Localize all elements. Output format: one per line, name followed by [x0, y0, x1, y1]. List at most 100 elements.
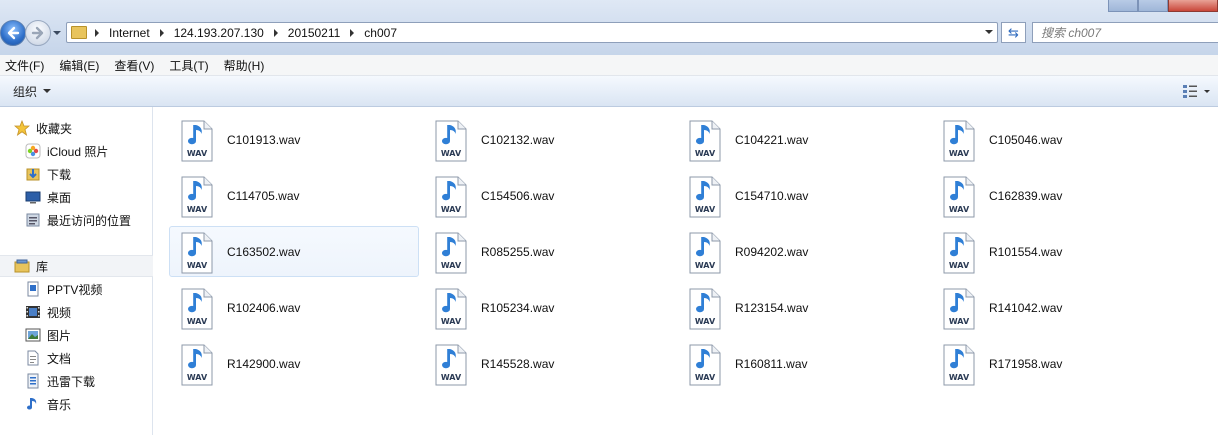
- nav-item-video[interactable]: 视频: [0, 301, 178, 323]
- search-input[interactable]: [1041, 25, 1201, 40]
- menu-bar: 文件(F) 编辑(E) 查看(V) 工具(T) 帮助(H): [0, 55, 1218, 76]
- address-toolbar: Internet 124.193.207.130 20150211 ch007 …: [0, 0, 1218, 55]
- wav-file-icon: WAV: [180, 232, 214, 274]
- wav-icon-label: WAV: [441, 149, 462, 158]
- menu-edit[interactable]: 编辑(E): [59, 57, 99, 74]
- wav-file-icon: WAV: [688, 176, 722, 218]
- file-item[interactable]: WAV R101554.wav: [931, 226, 1181, 277]
- thunder-download-icon: [25, 373, 41, 389]
- file-item[interactable]: WAV R102406.wav: [169, 282, 419, 333]
- nav-item-documents[interactable]: 文档: [0, 347, 178, 369]
- close-button[interactable]: [1168, 0, 1218, 12]
- file-item[interactable]: WAV C154710.wav: [677, 170, 927, 221]
- breadcrumb-current-folder[interactable]: ch007: [364, 26, 405, 40]
- forward-arrow-icon: [31, 26, 44, 40]
- nav-item-label: 桌面: [47, 190, 72, 205]
- file-item[interactable]: WAV R123154.wav: [677, 282, 927, 333]
- nav-item-pictures[interactable]: 图片: [0, 324, 178, 346]
- menu-file[interactable]: 文件(F): [5, 57, 44, 74]
- wav-icon-label: WAV: [695, 261, 716, 270]
- file-item[interactable]: WAV C101913.wav: [169, 114, 419, 165]
- wav-file-icon: WAV: [180, 176, 214, 218]
- forward-button[interactable]: [25, 20, 51, 46]
- file-item[interactable]: WAV C114705.wav: [169, 170, 419, 221]
- refresh-button[interactable]: ⇆: [1001, 22, 1026, 43]
- chevron-down-icon[interactable]: [985, 30, 993, 34]
- nav-favorites[interactable]: 收藏夹: [0, 117, 167, 139]
- wav-icon-label: WAV: [695, 205, 716, 214]
- file-name: C101913.wav: [227, 133, 301, 147]
- file-name: R145528.wav: [481, 357, 555, 371]
- file-item[interactable]: WAV R142900.wav: [169, 338, 419, 389]
- view-options-dropdown[interactable]: [1204, 90, 1210, 93]
- minimize-button[interactable]: [1108, 0, 1138, 12]
- organize-button[interactable]: 组织: [13, 83, 52, 100]
- file-list: WAV C101913.wav WAV C102132.wav WAV C104221.w…: [154, 107, 1218, 435]
- file-item[interactable]: WAV C104221.wav: [677, 114, 927, 165]
- file-item[interactable]: WAV R160811.wav: [677, 338, 927, 389]
- wav-icon-label: WAV: [949, 149, 970, 158]
- video-icon: [25, 304, 41, 320]
- wav-icon-label: WAV: [187, 149, 208, 158]
- nav-item-recent-places[interactable]: 最近访问的位置: [0, 209, 178, 231]
- wav-icon-label: WAV: [187, 317, 208, 326]
- nav-item-label: 最近访问的位置: [47, 213, 132, 228]
- breadcrumb-internet[interactable]: Internet: [109, 26, 158, 40]
- chevron-right-icon[interactable]: [159, 28, 164, 37]
- file-item[interactable]: WAV R141042.wav: [931, 282, 1181, 333]
- file-item[interactable]: WAV R171958.wav: [931, 338, 1181, 389]
- wav-file-icon: WAV: [688, 344, 722, 386]
- file-item[interactable]: WAV R145528.wav: [423, 338, 673, 389]
- file-item[interactable]: WAV C154506.wav: [423, 170, 673, 221]
- nav-item-music[interactable]: 音乐: [0, 393, 178, 415]
- wav-icon-label: WAV: [441, 205, 462, 214]
- chevron-right-icon[interactable]: [273, 28, 278, 37]
- nav-libraries[interactable]: 库: [0, 255, 153, 277]
- file-name: R142900.wav: [227, 357, 301, 371]
- downloads-icon: [25, 166, 41, 182]
- menu-tools[interactable]: 工具(T): [169, 57, 208, 74]
- nav-item-pptv-video[interactable]: PPTV视频: [0, 278, 178, 300]
- wav-icon-label: WAV: [949, 373, 970, 382]
- wav-icon-label: WAV: [695, 317, 716, 326]
- wav-file-icon: WAV: [942, 232, 976, 274]
- nav-item-label: iCloud 照片: [47, 144, 109, 159]
- nav-item-thunder-download[interactable]: 迅雷下载: [0, 370, 178, 392]
- file-name: R085255.wav: [481, 245, 555, 259]
- address-bar[interactable]: Internet 124.193.207.130 20150211 ch007: [66, 22, 998, 43]
- file-item[interactable]: WAV R085255.wav: [423, 226, 673, 277]
- wav-file-icon: WAV: [434, 120, 468, 162]
- chevron-right-icon[interactable]: [350, 28, 355, 37]
- menu-view[interactable]: 查看(V): [114, 57, 154, 74]
- wav-icon-label: WAV: [949, 205, 970, 214]
- nav-libraries-label: 库: [36, 259, 49, 274]
- wav-icon-label: WAV: [187, 373, 208, 382]
- file-item[interactable]: WAV C162839.wav: [931, 170, 1181, 221]
- desktop-icon: [25, 189, 41, 205]
- menu-help[interactable]: 帮助(H): [224, 57, 265, 74]
- nav-item-downloads[interactable]: 下载: [0, 163, 178, 185]
- breadcrumb-date-folder[interactable]: 20150211: [288, 26, 349, 40]
- nav-item-label: PPTV视频: [47, 282, 103, 297]
- wav-icon-label: WAV: [695, 373, 716, 382]
- wav-icon-label: WAV: [441, 317, 462, 326]
- file-name: C163502.wav: [227, 245, 301, 259]
- nav-item-desktop[interactable]: 桌面: [0, 186, 178, 208]
- file-item[interactable]: WAV C163502.wav: [169, 226, 419, 277]
- file-item[interactable]: WAV R105234.wav: [423, 282, 673, 333]
- change-view-icon[interactable]: [1182, 84, 1198, 99]
- file-item[interactable]: WAV C102132.wav: [423, 114, 673, 165]
- navigation-pane: 收藏夹 iCloud 照片 下载 桌面 最近访问的位置 库 PPTV视频 视频 …: [0, 107, 153, 435]
- chevron-right-icon[interactable]: [95, 28, 99, 37]
- maximize-button[interactable]: [1138, 0, 1168, 12]
- back-button[interactable]: [0, 20, 26, 46]
- recent-pages-dropdown[interactable]: [53, 31, 61, 35]
- file-item[interactable]: WAV C105046.wav: [931, 114, 1181, 165]
- search-box[interactable]: [1032, 22, 1218, 43]
- breadcrumb-host[interactable]: 124.193.207.130: [174, 26, 272, 40]
- wav-file-icon: WAV: [180, 288, 214, 330]
- libraries-icon: [14, 258, 30, 274]
- wav-file-icon: WAV: [434, 176, 468, 218]
- nav-item-icloud-photos[interactable]: iCloud 照片: [0, 140, 178, 162]
- file-item[interactable]: WAV R094202.wav: [677, 226, 927, 277]
